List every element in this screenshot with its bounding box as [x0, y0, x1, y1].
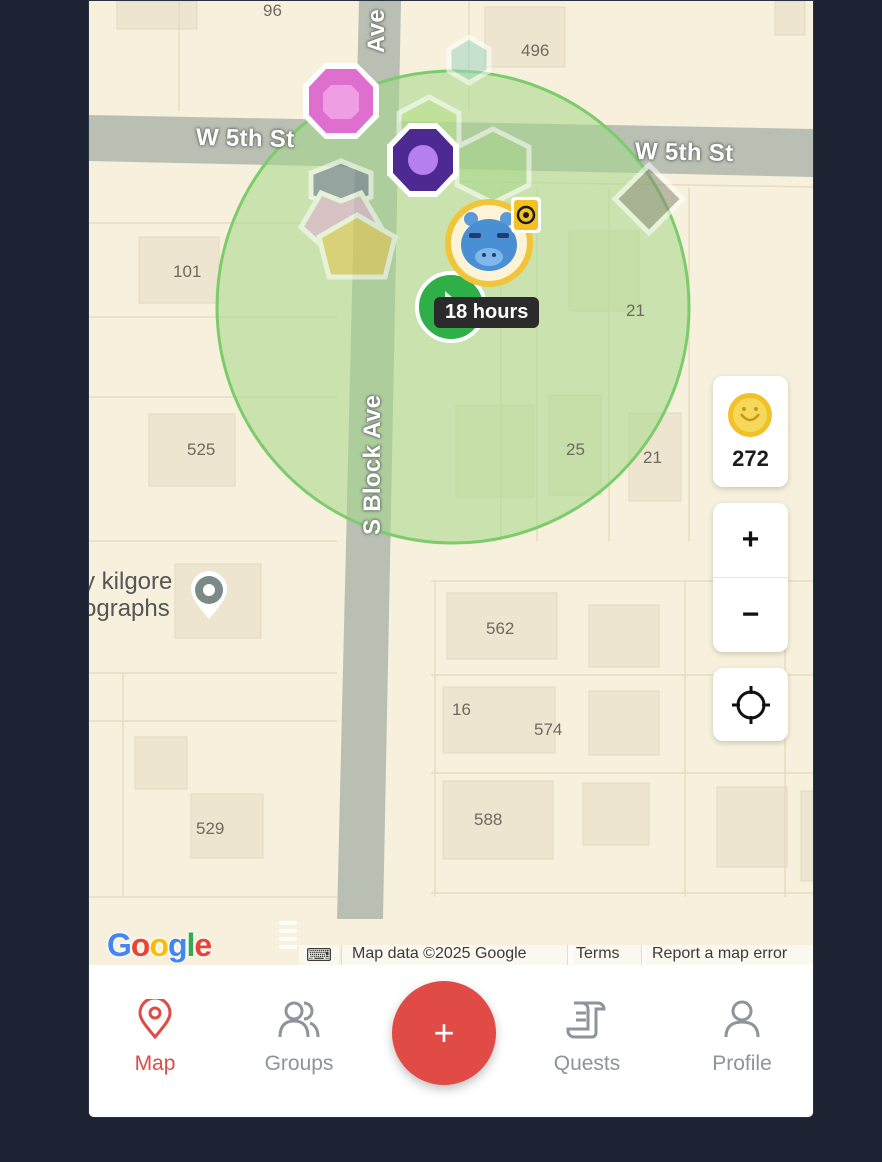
zoom-out-button[interactable]: −	[713, 578, 788, 652]
map-view[interactable]: 96 496 101 21 525 25 21 562 16 574 529 5…	[89, 1, 813, 965]
poi-label[interactable]: y kilgore ographs	[89, 568, 172, 622]
nav-tab-groups[interactable]: Groups	[239, 999, 359, 1076]
nav-label: Profile	[712, 1052, 772, 1075]
nav-label: Map	[134, 1052, 176, 1075]
google-logo: Google	[107, 927, 212, 964]
building-number: 101	[173, 262, 202, 281]
report-map-error-link[interactable]: Report a map error	[641, 945, 813, 965]
building-number: 96	[263, 1, 282, 20]
nav-tab-map[interactable]: Map	[95, 996, 215, 1076]
building-number: 529	[196, 819, 225, 838]
building-number: 496	[521, 41, 550, 60]
building-number: 25	[566, 440, 585, 459]
user-icon	[724, 1000, 760, 1038]
map-data-attribution: Map data ©2025 Google	[341, 945, 574, 965]
duration-badge: 18 hours	[434, 297, 540, 328]
nav-tab-profile[interactable]: Profile	[682, 999, 802, 1076]
scroll-icon	[566, 1001, 606, 1039]
terms-link[interactable]: Terms	[567, 945, 646, 965]
map-pin-icon	[138, 996, 172, 1040]
logo-letter: o	[149, 927, 169, 963]
building-number: 21	[626, 301, 645, 320]
poi-label-line: y kilgore	[89, 568, 173, 595]
street-label-w5th: W 5th St	[195, 123, 295, 154]
zoom-controls: + −	[713, 503, 788, 652]
zoom-in-button[interactable]: +	[713, 503, 788, 577]
logo-letter: e	[194, 927, 212, 963]
building-number: 21	[643, 448, 662, 467]
nav-label: Groups	[264, 1052, 334, 1075]
poi-pin-icon[interactable]	[189, 569, 229, 621]
coin-icon	[728, 393, 772, 437]
building-number: 588	[474, 810, 503, 829]
poi-label-line: ographs	[89, 595, 170, 622]
avatar-dragon-icon[interactable]	[443, 195, 553, 295]
locate-me-button[interactable]	[713, 668, 788, 741]
app-frame: 96 496 101 21 525 25 21 562 16 574 529 5…	[88, 0, 814, 1118]
coin-count: 272	[732, 446, 769, 471]
building-number: 16	[452, 700, 471, 719]
logo-letter: G	[107, 927, 132, 963]
bottom-nav: Map Groups + Quests Profile	[89, 965, 813, 1117]
street-label-sblock: S Block Ave	[359, 394, 386, 535]
street-label-ave: Ave	[363, 8, 390, 53]
add-button[interactable]: +	[392, 981, 496, 1085]
keyboard-shortcuts-icon[interactable]: ⌨	[299, 945, 339, 965]
logo-letter: o	[130, 927, 151, 963]
logo-letter: g	[167, 927, 188, 963]
building-number: 574	[534, 720, 563, 739]
crosshair-icon	[731, 685, 770, 724]
nav-label: Quests	[553, 1052, 621, 1075]
nav-tab-quests[interactable]: Quests	[527, 999, 647, 1076]
building-number: 525	[187, 440, 216, 459]
users-icon	[278, 1001, 320, 1038]
coin-counter[interactable]: 272	[713, 376, 788, 487]
building-number: 562	[486, 619, 515, 638]
street-label-w5th: W 5th St	[634, 137, 734, 168]
